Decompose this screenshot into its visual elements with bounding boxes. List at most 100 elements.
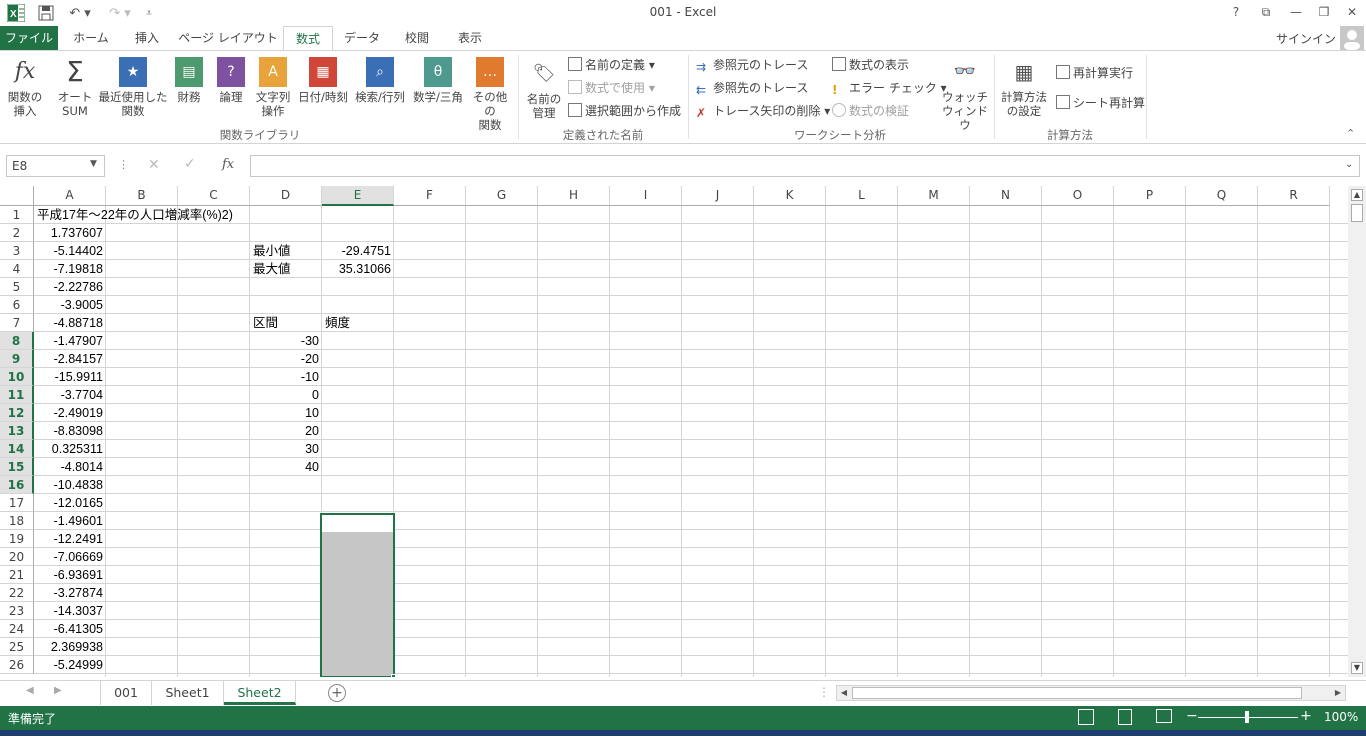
- cell-A17[interactable]: -12.0165: [34, 494, 106, 512]
- row-header-17[interactable]: 17: [0, 494, 34, 512]
- column-header-H[interactable]: H: [538, 186, 610, 206]
- datetime-button[interactable]: ▦ 日付/時刻: [296, 57, 350, 104]
- cell-A4[interactable]: -7.19818: [34, 260, 106, 278]
- row-header-14[interactable]: 14: [0, 440, 34, 458]
- use-in-formula-button[interactable]: 数式で使用 ▾: [568, 78, 655, 98]
- cell-A9[interactable]: -2.84157: [34, 350, 106, 368]
- recent-functions-button[interactable]: ★ 最近使用した 関数: [98, 57, 168, 118]
- cell-A18[interactable]: -1.49601: [34, 512, 106, 530]
- cell-A20[interactable]: -7.06669: [34, 548, 106, 566]
- normal-view-icon[interactable]: [1078, 709, 1094, 725]
- column-header-G[interactable]: G: [466, 186, 538, 206]
- insert-function-icon[interactable]: fx: [222, 157, 234, 172]
- column-header-L[interactable]: L: [826, 186, 898, 206]
- row-header-16[interactable]: 16: [0, 476, 34, 494]
- watch-window-button[interactable]: 👓 ウォッチ ウィンドウ: [940, 57, 990, 133]
- cell-A2[interactable]: 1.737607: [34, 224, 106, 242]
- tab-data[interactable]: データ: [338, 26, 386, 50]
- tab-file[interactable]: ファイル: [0, 26, 58, 50]
- enter-icon[interactable]: ✓: [184, 156, 196, 172]
- horizontal-scrollbar[interactable]: ◀ ▶: [836, 685, 1346, 701]
- autosum-button[interactable]: Σ オート SUM: [54, 57, 96, 119]
- row-header-21[interactable]: 21: [0, 566, 34, 584]
- cell-D3[interactable]: 最小値: [250, 242, 322, 260]
- ribbon-display-icon[interactable]: ⧉: [1252, 2, 1280, 22]
- cell-A26[interactable]: -5.24999: [34, 656, 106, 674]
- row-header-25[interactable]: 25: [0, 638, 34, 656]
- cell-E4[interactable]: 35.31066: [322, 260, 394, 278]
- trace-dependents-button[interactable]: ⇇ 参照先のトレース: [696, 78, 808, 98]
- sheet-scroll-left-icon[interactable]: ◀: [26, 685, 34, 696]
- fill-handle[interactable]: [391, 674, 396, 677]
- scroll-thumb[interactable]: [1351, 204, 1363, 222]
- logical-button[interactable]: ? 論理: [214, 57, 248, 104]
- close-icon[interactable]: ✕: [1338, 2, 1366, 22]
- insert-function-button[interactable]: fx 関数の 挿入: [4, 57, 46, 119]
- row-header-10[interactable]: 10: [0, 368, 34, 386]
- cell-E3[interactable]: -29.4751: [322, 242, 394, 260]
- row-header-11[interactable]: 11: [0, 386, 34, 404]
- cell-A12[interactable]: -2.49019: [34, 404, 106, 422]
- cell-A24[interactable]: -6.41305: [34, 620, 106, 638]
- column-header-Q[interactable]: Q: [1186, 186, 1258, 206]
- math-button[interactable]: θ 数学/三角: [410, 57, 466, 104]
- cell-D8[interactable]: -30: [250, 332, 322, 350]
- worksheet-grid[interactable]: ABCDEFGHIJKLMNOPQR 1 2 3 4 5 6 7 8 9 10 11 12 13 14 15…: [0, 186, 1348, 677]
- row-header-20[interactable]: 20: [0, 548, 34, 566]
- hscroll-left-icon[interactable]: ◀: [838, 687, 850, 699]
- zoom-level[interactable]: 100%: [1324, 710, 1358, 724]
- trace-precedents-button[interactable]: ⇉ 参照元のトレース: [696, 55, 808, 75]
- cell-E7[interactable]: 頻度: [322, 314, 394, 332]
- restore-icon[interactable]: ❐: [1310, 2, 1338, 22]
- cell-D11[interactable]: 0: [250, 386, 322, 404]
- expand-formula-bar-icon[interactable]: ⌄: [1345, 159, 1353, 170]
- row-header-19[interactable]: 19: [0, 530, 34, 548]
- cell-A13[interactable]: -8.83098: [34, 422, 106, 440]
- tab-view[interactable]: 表示: [448, 26, 492, 50]
- hscroll-right-icon[interactable]: ▶: [1332, 687, 1344, 699]
- define-name-button[interactable]: 名前の定義 ▾: [568, 55, 655, 75]
- evaluate-formula-button[interactable]: 数式の検証: [832, 101, 909, 121]
- signin-link[interactable]: サインイン: [1276, 30, 1336, 47]
- cell-D9[interactable]: -20: [250, 350, 322, 368]
- row-header-1[interactable]: 1: [0, 206, 34, 224]
- calc-now-button[interactable]: 再計算実行: [1056, 63, 1133, 83]
- column-header-O[interactable]: O: [1042, 186, 1114, 206]
- row-header-26[interactable]: 26: [0, 656, 34, 674]
- hscroll-thumb[interactable]: [852, 687, 1302, 699]
- calc-sheet-button[interactable]: シート再計算: [1056, 93, 1145, 113]
- name-box-dropdown-icon[interactable]: ▼: [90, 159, 97, 169]
- cell-A6[interactable]: -3.9005: [34, 296, 106, 314]
- column-header-E[interactable]: E: [322, 186, 394, 206]
- cell-A11[interactable]: -3.7704: [34, 386, 106, 404]
- cell-A8[interactable]: -1.47907: [34, 332, 106, 350]
- cell-A14[interactable]: 0.325311: [34, 440, 106, 458]
- sheet-tab-sheet2[interactable]: Sheet2: [224, 681, 296, 705]
- calc-options-button[interactable]: ▦ 計算方法 の設定: [998, 57, 1050, 118]
- tab-home[interactable]: ホーム: [66, 26, 116, 50]
- remove-arrows-button[interactable]: ✗ トレース矢印の削除 ▾: [696, 101, 830, 121]
- row-header-13[interactable]: 13: [0, 422, 34, 440]
- column-header-P[interactable]: P: [1114, 186, 1186, 206]
- cell-D15[interactable]: 40: [250, 458, 322, 476]
- cell-A1[interactable]: 平成17年～22年の人口増減率(%)2): [34, 206, 334, 224]
- row-header-2[interactable]: 2: [0, 224, 34, 242]
- tab-split-grip-icon[interactable]: ⋮: [818, 685, 830, 699]
- row-header-7[interactable]: 7: [0, 314, 34, 332]
- formula-input[interactable]: [250, 155, 1360, 177]
- row-header-3[interactable]: 3: [0, 242, 34, 260]
- page-layout-view-icon[interactable]: [1118, 709, 1132, 725]
- lookup-button[interactable]: ⌕ 検索/行列: [352, 57, 408, 104]
- cell-D10[interactable]: -10: [250, 368, 322, 386]
- cell-D7[interactable]: 区間: [250, 314, 322, 332]
- name-manager-button[interactable]: 🏷 名前の 管理: [524, 59, 564, 121]
- cell-D14[interactable]: 30: [250, 440, 322, 458]
- collapse-ribbon-icon[interactable]: ⌃: [1346, 127, 1355, 140]
- more-functions-button[interactable]: … その他の 関数: [468, 57, 512, 132]
- column-header-N[interactable]: N: [970, 186, 1042, 206]
- show-formulas-button[interactable]: 数式の表示: [832, 55, 909, 75]
- cell-A10[interactable]: -15.9911: [34, 368, 106, 386]
- cancel-icon[interactable]: ✕: [148, 157, 160, 173]
- vertical-scrollbar[interactable]: ▲ ▼: [1348, 186, 1366, 677]
- select-all-corner[interactable]: [0, 186, 34, 206]
